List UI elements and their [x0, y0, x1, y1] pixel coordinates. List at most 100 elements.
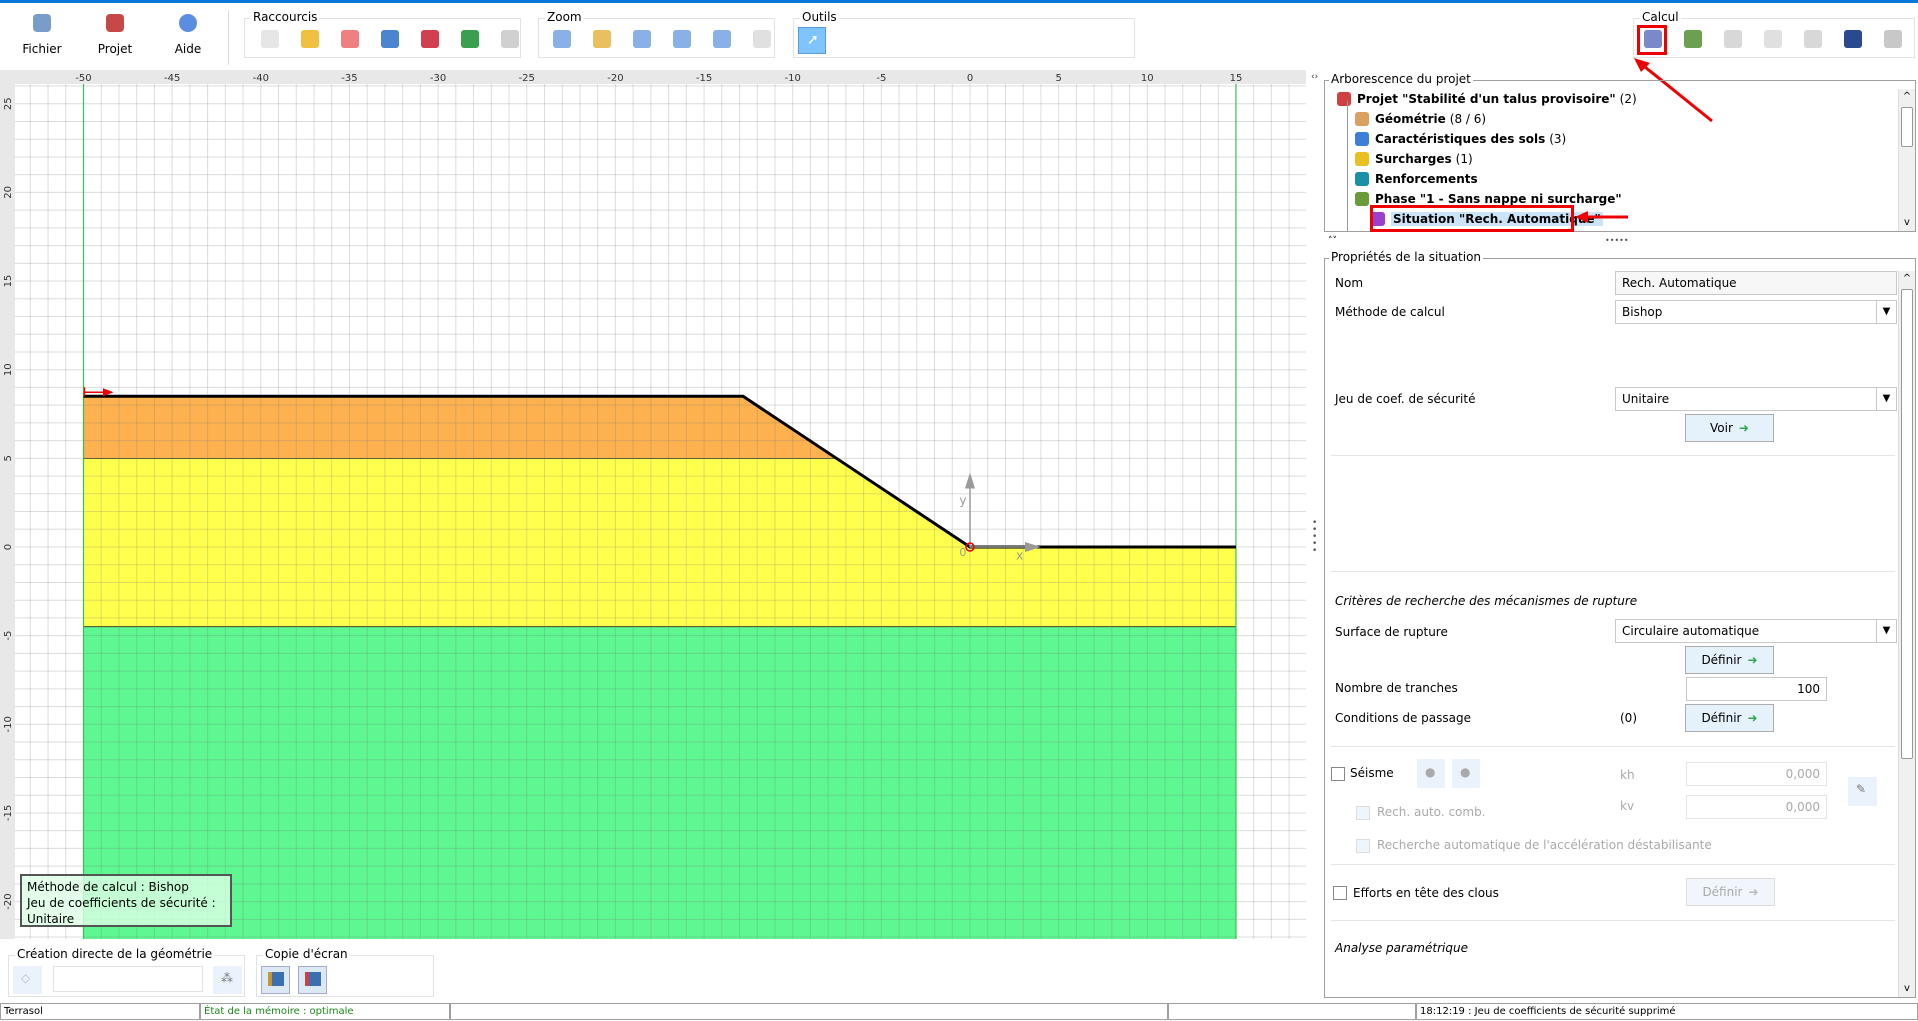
anchor-icon	[1355, 172, 1369, 186]
zoom-fit-icon[interactable]	[553, 30, 571, 48]
efforts-checkbox[interactable]	[1333, 886, 1347, 900]
edit-seisme-button[interactable]: ✎	[1848, 777, 1877, 806]
ribbon-divider	[228, 10, 229, 65]
zoom-out-icon[interactable]	[633, 30, 651, 48]
geometry-ruler-icon	[1355, 112, 1369, 126]
y-axis-label: y	[959, 493, 966, 507]
computer-icon	[33, 14, 51, 32]
undo-icon[interactable]	[461, 30, 479, 48]
copy-file-button[interactable]	[298, 966, 327, 994]
results-graph-icon[interactable]	[1764, 30, 1782, 48]
fichier-button[interactable]: Fichier	[12, 14, 72, 56]
green-arrow-icon: ➜	[1738, 421, 1749, 435]
chevron-down-icon: ▼	[1876, 620, 1896, 642]
slope-icon[interactable]	[1884, 30, 1902, 48]
open-folder-icon[interactable]	[301, 30, 319, 48]
panel-resize-arrows[interactable]: ˄˅	[1328, 236, 1337, 246]
seismic-icon[interactable]	[1844, 30, 1862, 48]
status-empty-2	[1168, 1003, 1416, 1020]
efforts-definir-button[interactable]: Définir ➜	[1686, 878, 1775, 906]
save-icon[interactable]	[381, 30, 399, 48]
x-tick-label: 0	[967, 73, 973, 84]
zoom-lock-icon[interactable]	[593, 30, 611, 48]
favorite-heart-icon[interactable]	[341, 30, 359, 48]
zoom-in-icon[interactable]	[673, 30, 691, 48]
collapse-arrows-icon[interactable]: ‹›	[1311, 72, 1318, 82]
select-pointer-icon: ➚	[807, 32, 819, 48]
tree-item[interactable]: Renforcements	[1355, 170, 1482, 188]
vertical-splitter[interactable]: • • • • •	[1306, 70, 1323, 1000]
jeu-coef-select[interactable]: Unitaire ▼	[1615, 387, 1897, 411]
conditions-definir-button[interactable]: Définir ➜	[1685, 704, 1774, 732]
eraser-button[interactable]: ◇	[13, 966, 42, 994]
tree-item[interactable]: Géométrie (8 / 6)	[1355, 110, 1486, 128]
surface-rupture-select[interactable]: Circulaire automatique ▼	[1615, 619, 1897, 643]
tranches-input[interactable]: 100	[1686, 677, 1827, 701]
x-tick-label: -5	[876, 73, 886, 84]
horizontal-splitter[interactable]: •••••	[1605, 236, 1629, 245]
copy-calc-icon[interactable]	[1724, 30, 1742, 48]
projet-button[interactable]: Projet	[85, 14, 145, 56]
voir-button[interactable]: Voir ➜	[1685, 414, 1774, 442]
apply-geometry-button[interactable]: ⁂	[213, 966, 242, 994]
seisme-help-button[interactable]: ●	[1417, 759, 1445, 788]
eraser-icon: ◇	[21, 971, 31, 985]
camera-clipboard-icon	[268, 972, 284, 986]
geometry-canvas[interactable]: yx0-50 -45 -40 -35 -30 -25 -20 -15 -10 -5 0 5 10 1525…	[0, 70, 1306, 939]
y-tick-label: -5	[3, 631, 14, 641]
properties-scrollbar[interactable]: ^ v	[1898, 271, 1915, 997]
select-pointer-button[interactable]: ➚	[798, 27, 826, 54]
seisme-help-button-2[interactable]: ●	[1452, 759, 1480, 788]
annotation-arrow	[1575, 211, 1628, 223]
calc-info-legend: Méthode de calcul : Bishop Jeu de coeffic…	[20, 874, 232, 927]
print-icon[interactable]	[421, 30, 439, 48]
highlight-box	[1637, 25, 1667, 55]
x-tick-label: 5	[1055, 73, 1061, 84]
surface-definir-button[interactable]: Définir ➜	[1685, 646, 1774, 674]
y-tick-label: 25	[3, 97, 14, 110]
nom-input[interactable]: Rech. Automatique	[1615, 271, 1897, 295]
zoom-window-icon[interactable]	[713, 30, 731, 48]
raccourcis-group: Raccourcis	[244, 10, 521, 58]
x-tick-label: -30	[430, 73, 446, 84]
y-tick-label: 5	[3, 455, 14, 461]
status-message: 18:12:19 : Jeu de coefficients de sécuri…	[1416, 1003, 1918, 1020]
copy-clipboard-button[interactable]	[261, 966, 290, 994]
x-tick-label: -15	[696, 73, 712, 84]
x-tick-label: -25	[519, 73, 535, 84]
help-icon: ●	[1425, 765, 1436, 779]
tree-item[interactable]: Caractéristiques des sols (3)	[1355, 130, 1566, 148]
recherche-acceleration-checkbox[interactable]	[1356, 839, 1370, 853]
slices-icon[interactable]	[1804, 30, 1822, 48]
weight-icon	[1355, 152, 1369, 166]
tree-item[interactable]: Surcharges (1)	[1355, 150, 1473, 168]
rech-auto-comb-checkbox[interactable]	[1356, 806, 1370, 820]
tree-item[interactable]: Projet "Stabilité d'un talus provisoire"…	[1337, 90, 1637, 108]
tree-scrollbar[interactable]: ^ v	[1898, 89, 1915, 231]
aide-button[interactable]: Aide	[158, 14, 218, 56]
wand-icon: ⁂	[221, 971, 233, 985]
chevron-down-icon: ▼	[1876, 301, 1896, 323]
y-tick-label: 0	[3, 544, 14, 550]
creation-geometrie-group: Création directe de la géométrie ◇ ⁂	[8, 947, 245, 997]
x-tick-label: 15	[1230, 73, 1243, 84]
kh-input[interactable]: 0,000	[1686, 762, 1827, 786]
project-cubes-icon	[106, 14, 124, 32]
soils-icon	[1355, 132, 1369, 146]
y-tick-label: 10	[3, 363, 14, 376]
status-memory: État de la mémoire : optimale	[200, 1003, 450, 1020]
new-file-icon[interactable]	[261, 30, 279, 48]
geometry-command-input[interactable]	[53, 966, 203, 992]
situation-properties-panel: Propriétés de la situation Nom Rech. Aut…	[1324, 250, 1916, 998]
green-arrow-icon: ➜	[1747, 653, 1758, 667]
chevron-down-icon: ▼	[1876, 388, 1896, 410]
project-icon	[1337, 92, 1351, 106]
outils-group: Outils ➚	[793, 10, 1135, 58]
kv-input[interactable]: 0,000	[1686, 795, 1827, 819]
x-tick-label: -20	[607, 73, 623, 84]
phase-check-icon[interactable]	[1684, 30, 1702, 48]
seisme-checkbox[interactable]	[1331, 767, 1345, 781]
zoom-pan-icon[interactable]	[753, 30, 771, 48]
methode-select[interactable]: Bishop ▼	[1615, 300, 1897, 324]
redo-icon[interactable]	[501, 30, 519, 48]
